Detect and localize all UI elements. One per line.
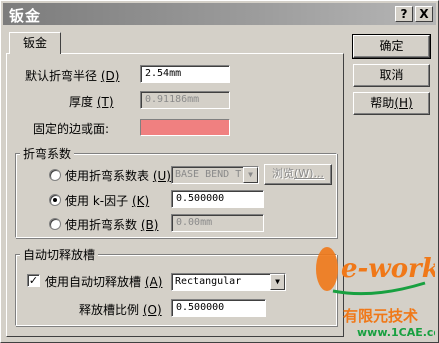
chevron-down-icon: ▼ xyxy=(243,167,258,183)
browse-button: 浏览(W)... xyxy=(264,164,332,185)
watermark-line2: www.1CAE.com xyxy=(357,326,435,339)
auto-relief-checkbox-label: 使用自动切释放槽 (A) xyxy=(45,275,163,289)
title-bar[interactable]: 钣金 ? X xyxy=(3,3,436,25)
eworks-watermark: e-works 有限元技术 www.1CAE.com xyxy=(313,237,438,339)
close-button[interactable]: X xyxy=(415,6,433,22)
relief-ratio-label: 释放槽比例 (O) xyxy=(79,303,162,317)
bend-allowance-input: 0.00mm xyxy=(171,214,264,232)
radio-bend-allowance-label: 使用折弯系数 (B) xyxy=(65,218,159,232)
radio-k-factor-label: 使用 k-因子 (K) xyxy=(65,194,150,208)
relief-ratio-input[interactable]: 0.500000 xyxy=(171,299,266,317)
radio-bend-table[interactable] xyxy=(49,169,61,181)
auto-relief-title: 自动切释放槽 xyxy=(20,246,99,263)
bend-radius-input[interactable]: 2.54mm xyxy=(140,65,230,83)
eworks-logo-icon: e-works 有限元技术 www.1CAE.com xyxy=(316,247,438,339)
logo-text: e-works xyxy=(341,254,435,284)
cancel-button[interactable]: 取消 xyxy=(353,64,430,87)
ok-button[interactable]: 确定 xyxy=(352,34,431,59)
watermark-line1: 有限元技术 xyxy=(343,307,418,325)
tab-sheet-metal[interactable]: 钣金 xyxy=(9,32,61,54)
sheet-metal-dialog: 钣金 ? X 钣金 默认折弯半径 (D) 2.54mm 厚度 (T) 0.911… xyxy=(0,0,439,343)
context-help-button[interactable]: ? xyxy=(395,6,413,22)
auto-relief-checkbox[interactable]: ✓ xyxy=(27,274,40,287)
bend-table-select: BASE BEND T ▼ xyxy=(171,166,259,184)
help-button[interactable]: 帮助(H) xyxy=(353,92,430,115)
bend-allowance-title: 折弯系数 xyxy=(20,145,75,162)
k-factor-input[interactable]: 0.500000 xyxy=(171,190,264,208)
fixed-face-label: 固定的边或面: xyxy=(33,122,110,136)
thickness-label: 厚度 (T) xyxy=(69,95,114,109)
bend-radius-label: 默认折弯半径 (D) xyxy=(25,69,120,83)
thickness-input: 0.91186mm xyxy=(140,91,230,109)
relief-type-select[interactable]: Rectangular ▼ xyxy=(171,273,286,291)
radio-k-factor[interactable] xyxy=(49,194,61,206)
tab-panel: 默认折弯半径 (D) 2.54mm 厚度 (T) 0.91186mm 固定的边或… xyxy=(6,53,344,337)
radio-bend-allowance[interactable] xyxy=(49,218,61,230)
chevron-down-icon[interactable]: ▼ xyxy=(270,274,285,290)
radio-bend-table-label: 使用折弯系数表 (U) xyxy=(65,169,171,183)
dialog-title: 钣金 xyxy=(9,7,42,25)
fixed-face-color-swatch[interactable] xyxy=(140,119,230,136)
